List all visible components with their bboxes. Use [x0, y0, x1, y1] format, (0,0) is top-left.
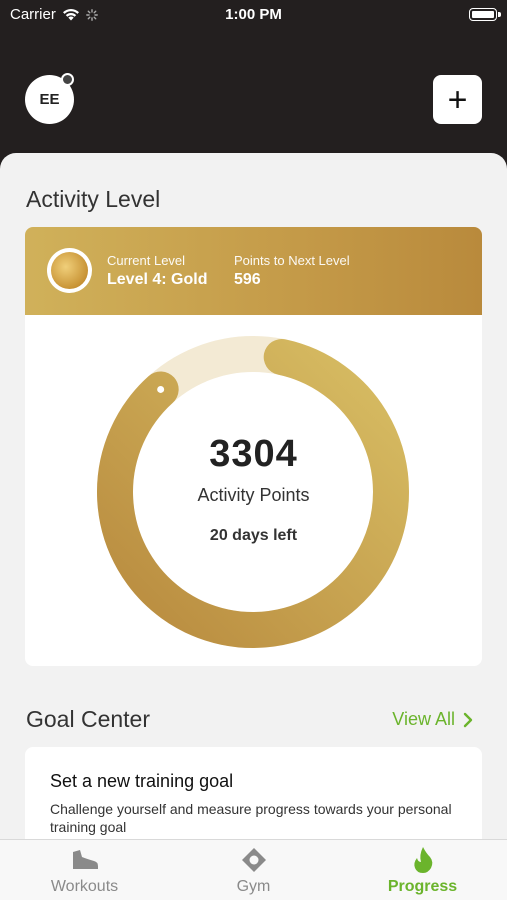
- activity-level-title: Activity Level: [26, 186, 161, 212]
- battery-tip: [498, 12, 501, 17]
- activity-points-label: Activity Points: [197, 485, 310, 505]
- days-left: 20 days left: [209, 527, 298, 544]
- view-all-label: View All: [392, 709, 455, 729]
- points-to-next: Points to Next Level 596: [234, 253, 350, 289]
- activity-ring-area: 3304 Activity Points 20 days left: [25, 315, 482, 665]
- points-next-label: Points to Next Level: [234, 253, 350, 268]
- gold-medal-icon: [47, 248, 92, 293]
- ring-progress-end-dot: [157, 385, 165, 393]
- goal-center-title: Goal Center: [26, 706, 151, 732]
- activity-points-value: 3304: [209, 433, 298, 475]
- tab-gym-label: Gym: [236, 878, 271, 895]
- goal-card-description: Challenge yourself and measure progress …: [50, 801, 452, 835]
- tab-workouts[interactable]: Workouts: [0, 840, 169, 900]
- goal-card-title: Set a new training goal: [50, 771, 234, 791]
- points-next-value: 596: [234, 271, 261, 288]
- status-time: 1:00 PM: [225, 6, 282, 23]
- tab-progress-label: Progress: [387, 878, 458, 895]
- level-banner: Current Level Level 4: Gold Points to Ne…: [25, 227, 482, 315]
- tab-bar: Workouts Gym Progress: [0, 839, 507, 900]
- current-level: Current Level Level 4: Gold: [107, 253, 207, 289]
- battery-icon: [469, 8, 497, 21]
- view-all-link[interactable]: View All: [392, 709, 473, 730]
- tab-gym[interactable]: Gym: [169, 840, 338, 900]
- current-level-value: Level 4: Gold: [107, 271, 208, 288]
- chevron-right-icon: [463, 712, 473, 727]
- location-pin-icon: [241, 846, 267, 874]
- tab-workouts-label: Workouts: [50, 878, 119, 895]
- tab-progress[interactable]: Progress: [338, 840, 507, 900]
- status-bar: Carrier 1:00 PM: [0, 0, 507, 30]
- avatar-initials: EE: [39, 91, 60, 108]
- plus-icon: +: [447, 80, 468, 119]
- avatar-status-dot: [61, 73, 74, 86]
- main-content[interactable]: Activity Level Current Level Level 4: Go…: [0, 153, 507, 900]
- activity-card[interactable]: Current Level Level 4: Gold Points to Ne…: [25, 227, 482, 666]
- add-button[interactable]: +: [433, 75, 482, 124]
- current-level-label: Current Level: [107, 253, 186, 268]
- shoe-icon: [70, 846, 100, 874]
- flame-icon: [412, 846, 434, 874]
